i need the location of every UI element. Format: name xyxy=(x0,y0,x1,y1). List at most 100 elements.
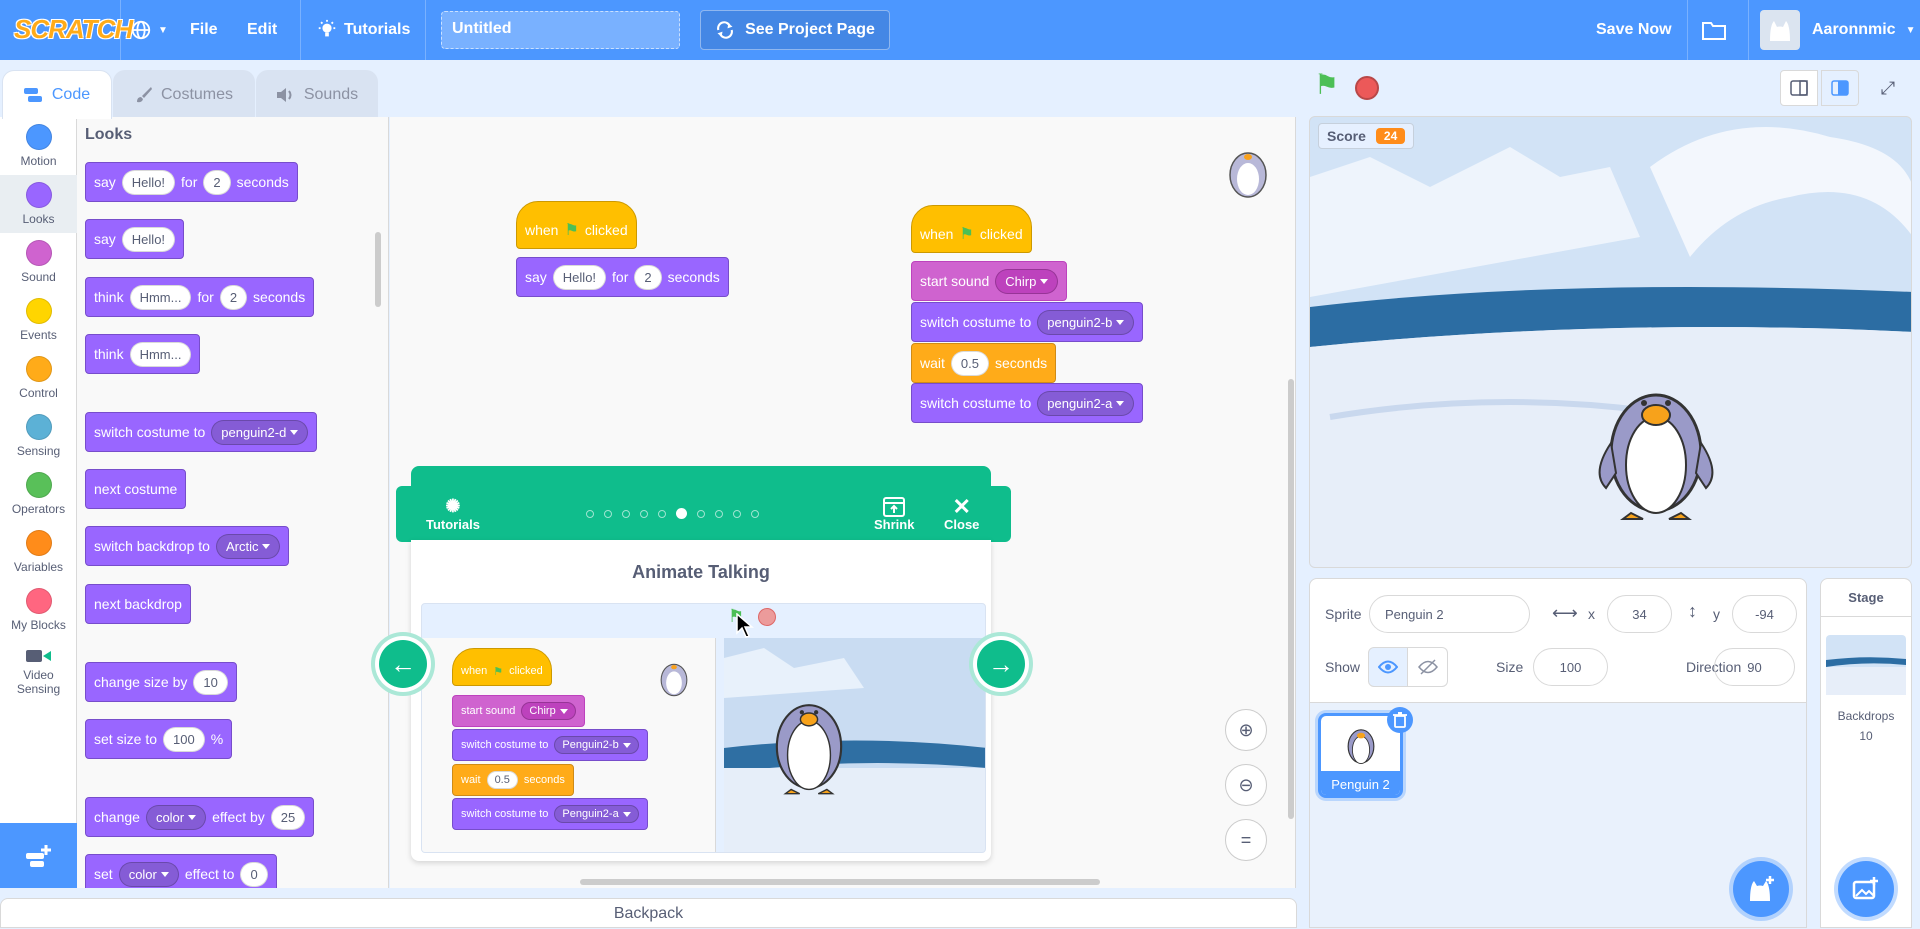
when-flag-clicked-block[interactable]: when ⚑ clicked xyxy=(516,201,637,249)
next-step-button[interactable]: → xyxy=(969,632,1033,696)
category-variables[interactable]: Variables xyxy=(0,523,77,581)
category-operators[interactable]: Operators xyxy=(0,465,77,523)
block-input[interactable]: 0 xyxy=(240,861,268,887)
step-dot[interactable] xyxy=(697,509,705,518)
block-switch-backdrop[interactable]: switch backdrop to Arctic xyxy=(85,526,290,566)
block-input[interactable]: Hmm... xyxy=(129,341,192,367)
language-menu[interactable]: ▼ xyxy=(130,0,168,60)
zoom-out-button[interactable]: ⊖ xyxy=(1225,764,1267,806)
block-input[interactable]: 100 xyxy=(163,726,205,752)
block-input[interactable]: 10 xyxy=(193,669,228,695)
close-tutorial-button[interactable]: ✕ Close xyxy=(944,486,979,542)
category-events[interactable]: Events xyxy=(0,291,77,349)
step-dot[interactable] xyxy=(676,508,687,519)
workspace-h-scrollbar[interactable] xyxy=(580,879,1100,885)
costume-dropdown[interactable]: penguin2-a xyxy=(1037,390,1135,416)
block-say-for-secs[interactable]: say Hello! for 2 seconds xyxy=(85,162,298,202)
step-dot[interactable] xyxy=(751,509,759,518)
block-change-effect[interactable]: change color effect by 25 xyxy=(85,797,315,837)
block-input[interactable]: 2 xyxy=(634,264,662,290)
stage[interactable]: Score 24 xyxy=(1309,116,1912,568)
y-position-input[interactable]: -94 xyxy=(1732,595,1797,633)
direction-input[interactable]: 90 xyxy=(1714,648,1795,686)
hide-sprite-button[interactable] xyxy=(1408,647,1448,687)
my-stuff-button[interactable] xyxy=(1701,0,1727,60)
previous-step-button[interactable]: ← xyxy=(371,632,435,696)
show-sprite-button[interactable] xyxy=(1368,647,1408,687)
block-input[interactable]: 2 xyxy=(203,169,231,195)
penguin-sprite-image[interactable] xyxy=(1586,373,1726,523)
green-flag-button[interactable]: ⚑ xyxy=(1314,68,1339,101)
block-input[interactable]: Hello! xyxy=(121,226,176,252)
fullscreen-button[interactable]: ⤢ xyxy=(1869,70,1907,106)
add-extension-button[interactable] xyxy=(0,823,77,888)
block-next-backdrop[interactable]: next backdrop xyxy=(85,584,191,624)
step-dot[interactable] xyxy=(640,509,648,518)
block-set-size[interactable]: set size to 100% xyxy=(85,719,233,759)
category-sensing[interactable]: Sensing xyxy=(0,407,77,465)
block-input[interactable]: 2 xyxy=(219,284,248,310)
category-control[interactable]: Control xyxy=(0,349,77,407)
tutorials-library-button[interactable]: ✺ Tutorials xyxy=(426,486,480,542)
block-input[interactable]: 25 xyxy=(270,804,306,830)
palette-scrollbar[interactable] xyxy=(375,232,381,307)
block-say[interactable]: say Hello! xyxy=(85,219,185,259)
block-switch-costume[interactable]: switch costume to penguin2-b xyxy=(911,302,1144,342)
shrink-button[interactable]: Shrink xyxy=(874,486,914,542)
category-my-blocks[interactable]: My Blocks xyxy=(0,581,77,639)
size-input[interactable]: 100 xyxy=(1533,648,1608,686)
edit-menu[interactable]: Edit xyxy=(247,0,277,60)
account-menu[interactable]: Aaronnmic ▼ xyxy=(1760,0,1915,60)
block-input[interactable]: Hello! xyxy=(121,169,176,195)
tab-code[interactable]: Code xyxy=(2,70,112,119)
effect-dropdown[interactable]: color xyxy=(118,861,179,887)
block-start-sound[interactable]: start sound Chirp xyxy=(911,261,1068,301)
block-switch-costume[interactable]: switch costume to penguin2-d xyxy=(85,412,318,452)
block-change-size[interactable]: change size by 10 xyxy=(85,662,237,702)
step-dot[interactable] xyxy=(715,509,723,518)
tab-costumes[interactable]: Costumes xyxy=(113,70,255,118)
block-think-for-secs[interactable]: think Hmm... for 2 seconds xyxy=(85,277,315,317)
block-switch-costume[interactable]: switch costume to penguin2-a xyxy=(911,383,1144,423)
sound-dropdown[interactable]: Chirp xyxy=(995,268,1059,294)
tutorials-button[interactable]: Tutorials xyxy=(316,0,410,60)
backdrop-dropdown[interactable]: Arctic xyxy=(215,533,281,559)
effect-dropdown[interactable]: color xyxy=(145,804,207,830)
backpack[interactable]: Backpack xyxy=(0,898,1297,928)
block-think[interactable]: think Hmm... xyxy=(85,334,201,374)
workspace-v-scrollbar[interactable] xyxy=(1288,379,1294,819)
block-input[interactable]: Hmm... xyxy=(129,284,192,310)
step-dot[interactable] xyxy=(658,509,666,518)
step-dot[interactable] xyxy=(586,509,594,518)
category-motion[interactable]: Motion xyxy=(0,117,77,175)
project-title-input[interactable]: Untitled xyxy=(441,11,680,49)
choose-sprite-button[interactable] xyxy=(1733,861,1789,917)
block-wait[interactable]: wait 0.5 seconds xyxy=(911,343,1057,383)
stop-button[interactable] xyxy=(1355,76,1379,100)
see-project-page-button[interactable]: See Project Page xyxy=(700,10,890,50)
step-dot[interactable] xyxy=(604,509,612,518)
costume-dropdown[interactable]: penguin2-b xyxy=(1037,309,1135,335)
costume-dropdown[interactable]: penguin2-d xyxy=(211,419,309,445)
block-input[interactable]: 0.5 xyxy=(950,350,989,376)
file-menu[interactable]: File xyxy=(190,0,218,60)
x-position-input[interactable]: 34 xyxy=(1607,595,1672,633)
block-set-effect[interactable]: set color effect to 0 xyxy=(85,854,277,888)
save-now-button[interactable]: Save Now xyxy=(1596,0,1672,60)
scratch-logo[interactable]: SCRATCH xyxy=(14,14,133,45)
when-flag-clicked-block[interactable]: when ⚑ clicked xyxy=(911,205,1032,253)
step-dot[interactable] xyxy=(622,509,630,518)
category-sound[interactable]: Sound xyxy=(0,233,77,291)
zoom-reset-button[interactable]: = xyxy=(1225,819,1267,861)
zoom-in-button[interactable]: ⊕ xyxy=(1225,709,1267,751)
choose-backdrop-button[interactable] xyxy=(1838,861,1894,917)
block-next-costume[interactable]: next costume xyxy=(85,469,187,509)
step-dot[interactable] xyxy=(733,509,741,518)
block-say-for-secs[interactable]: say Hello! for 2 seconds xyxy=(516,257,729,297)
score-monitor[interactable]: Score 24 xyxy=(1318,123,1415,149)
small-stage-button[interactable] xyxy=(1780,70,1818,106)
category-video-sensing[interactable]: Video Sensing xyxy=(0,639,77,705)
sprite-name-input[interactable]: Penguin 2 xyxy=(1369,595,1530,633)
tab-sounds[interactable]: Sounds xyxy=(256,70,378,118)
large-stage-button[interactable] xyxy=(1821,70,1859,106)
